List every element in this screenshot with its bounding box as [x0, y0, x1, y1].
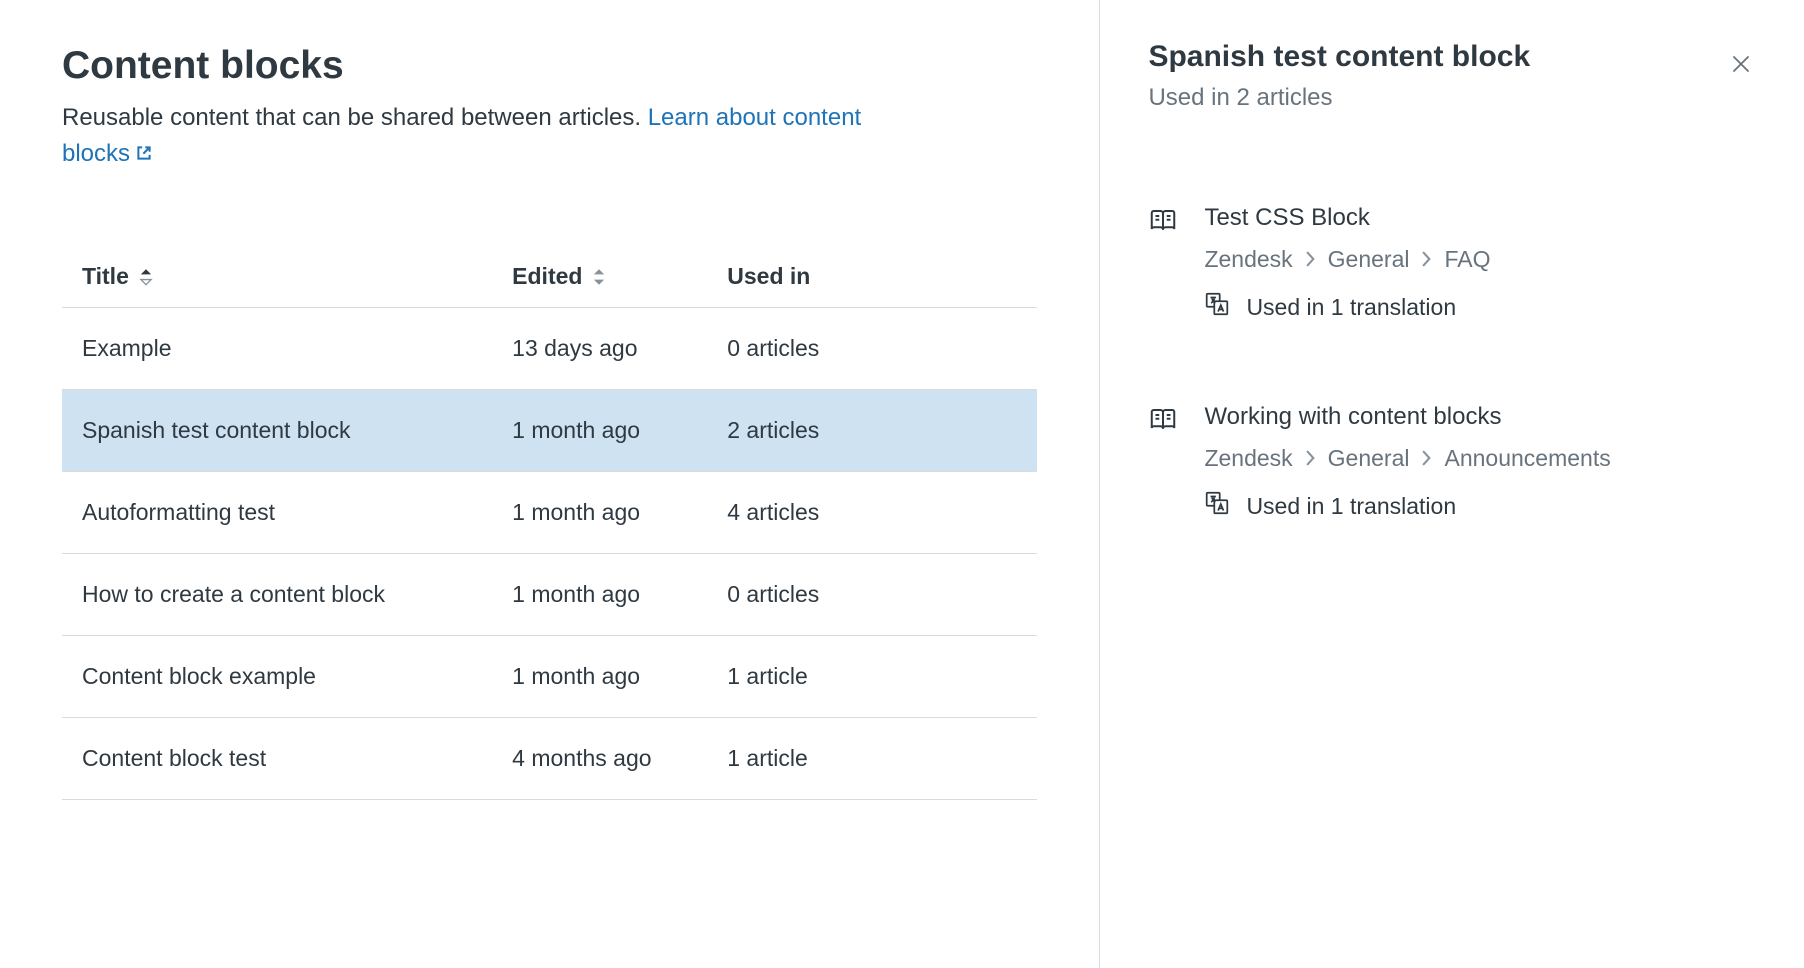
page-title: Content blocks — [62, 44, 1099, 88]
close-icon — [1729, 52, 1753, 76]
cell-title: Spanish test content block — [82, 417, 512, 444]
translation-icon — [1204, 490, 1230, 522]
cell-edited: 13 days ago — [512, 335, 727, 362]
translation-icon — [1204, 291, 1230, 323]
cell-title: Example — [82, 335, 512, 362]
cell-edited: 1 month ago — [512, 663, 727, 690]
article-item[interactable]: Working with content blocks Zendesk Genera… — [1148, 403, 1756, 522]
article-item[interactable]: Test CSS Block Zendesk General FAQ Used in 1… — [1148, 204, 1756, 323]
page-subtitle: Reusable content that can be shared betw… — [62, 100, 892, 174]
table-row[interactable]: Content block example1 month ago1 articl… — [62, 636, 1037, 718]
chevron-right-icon — [1305, 445, 1316, 472]
breadcrumb-segment[interactable]: General — [1328, 445, 1410, 472]
cell-edited: 1 month ago — [512, 417, 727, 444]
chevron-right-icon — [1421, 246, 1432, 273]
cell-used-in: 2 articles — [727, 417, 1017, 444]
breadcrumb-segment[interactable]: Announcements — [1444, 445, 1610, 472]
panel-title: Spanish test content block — [1148, 40, 1756, 74]
sort-icon — [592, 268, 606, 286]
sort-icon — [139, 268, 153, 286]
column-header-used-in[interactable]: Used in — [727, 263, 1017, 290]
close-button[interactable] — [1726, 50, 1756, 80]
breadcrumb-segment[interactable]: General — [1328, 246, 1410, 273]
table-row[interactable]: Spanish test content block1 month ago2 a… — [62, 390, 1037, 472]
main-content: Content blocks Reusable content that can… — [0, 0, 1100, 968]
breadcrumb: Zendesk General FAQ — [1204, 246, 1756, 273]
details-panel: Spanish test content block Used in 2 art… — [1100, 0, 1804, 968]
cell-edited: 1 month ago — [512, 499, 727, 526]
breadcrumb-segment[interactable]: Zendesk — [1204, 445, 1292, 472]
breadcrumb-segment[interactable]: Zendesk — [1204, 246, 1292, 273]
chevron-right-icon — [1421, 445, 1432, 472]
table-header: Title Edited Used in — [62, 246, 1037, 308]
cell-used-in: 0 articles — [727, 335, 1017, 362]
book-icon — [1148, 405, 1178, 522]
article-title: Working with content blocks — [1204, 403, 1756, 431]
breadcrumb-segment[interactable]: FAQ — [1444, 246, 1490, 273]
table-row[interactable]: Content block test4 months ago1 article — [62, 718, 1037, 800]
breadcrumb: Zendesk General Announcements — [1204, 445, 1756, 472]
cell-edited: 4 months ago — [512, 745, 727, 772]
articles-list: Test CSS Block Zendesk General FAQ Used in 1… — [1148, 204, 1756, 522]
cell-title: How to create a content block — [82, 581, 512, 608]
cell-used-in: 1 article — [727, 745, 1017, 772]
table-row[interactable]: Example13 days ago0 articles — [62, 308, 1037, 390]
cell-title: Content block test — [82, 745, 512, 772]
column-header-title[interactable]: Title — [82, 263, 512, 290]
cell-used-in: 1 article — [727, 663, 1017, 690]
content-blocks-table: Title Edited Used in Example13 days ago0… — [62, 246, 1037, 800]
article-title: Test CSS Block — [1204, 204, 1756, 232]
translation-info: Used in 1 translation — [1204, 490, 1756, 522]
table-row[interactable]: Autoformatting test1 month ago4 articles — [62, 472, 1037, 554]
cell-used-in: 4 articles — [727, 499, 1017, 526]
table-row[interactable]: How to create a content block1 month ago… — [62, 554, 1037, 636]
cell-edited: 1 month ago — [512, 581, 727, 608]
panel-subtitle: Used in 2 articles — [1148, 84, 1756, 112]
book-icon — [1148, 206, 1178, 323]
cell-used-in: 0 articles — [727, 581, 1017, 608]
cell-title: Content block example — [82, 663, 512, 690]
translation-info: Used in 1 translation — [1204, 291, 1756, 323]
external-link-icon — [134, 138, 154, 174]
chevron-right-icon — [1305, 246, 1316, 273]
column-header-edited[interactable]: Edited — [512, 263, 727, 290]
cell-title: Autoformatting test — [82, 499, 512, 526]
